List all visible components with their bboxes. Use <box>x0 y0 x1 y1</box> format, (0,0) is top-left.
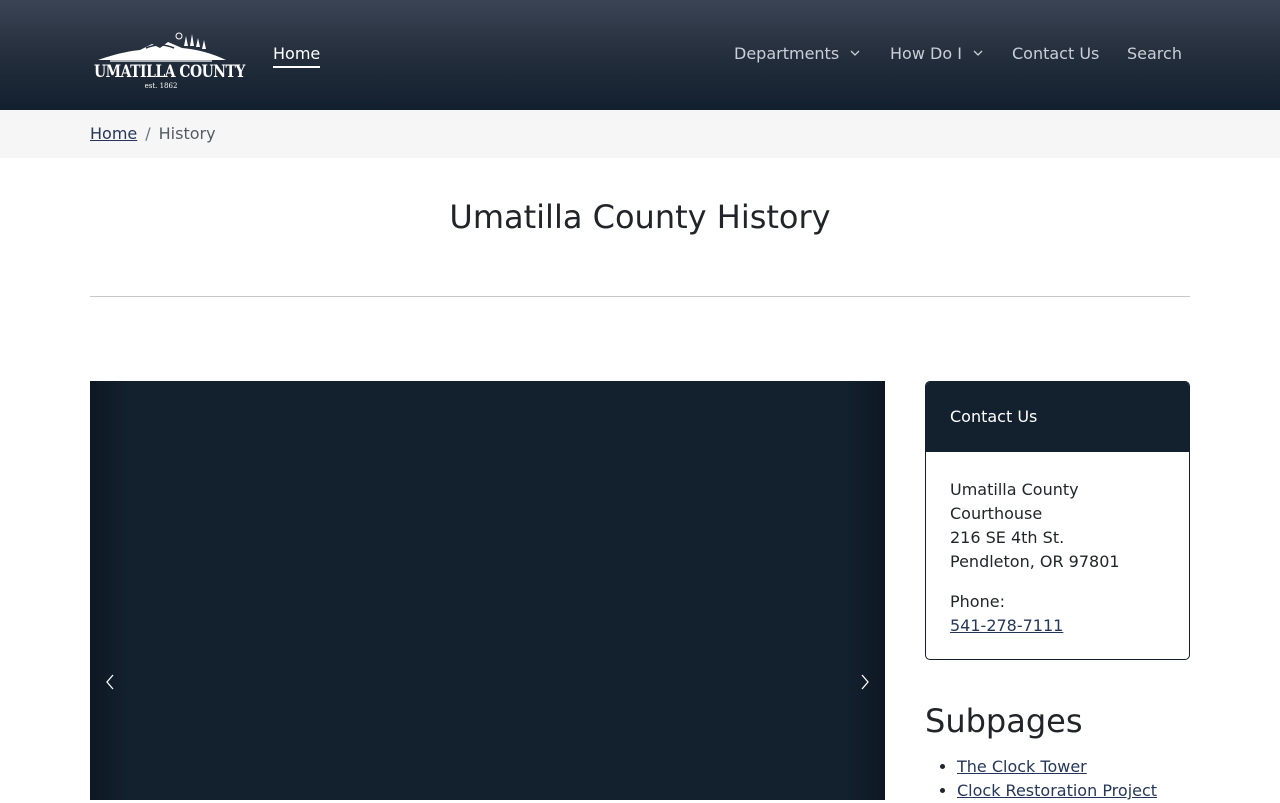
contact-address: Umatilla County Courthouse 216 SE 4th St… <box>950 478 1165 574</box>
contact-address-line: Courthouse <box>950 504 1043 523</box>
county-logo-established: est. 1862 <box>144 82 178 90</box>
carousel-left-shade <box>90 381 130 800</box>
contact-phone-label: Phone: <box>950 592 1005 611</box>
breadcrumb: Home / History <box>90 124 216 143</box>
carousel-prev-button[interactable] <box>98 670 122 694</box>
list-item: Clock Restoration Project <box>957 779 1157 803</box>
breadcrumb-current: History <box>158 124 216 143</box>
nav-contact-link[interactable]: Contact Us <box>1012 44 1099 63</box>
nav-how-do-i-dropdown[interactable]: How Do I <box>890 44 983 63</box>
contact-card: Contact Us Umatilla County Courthouse 21… <box>925 381 1190 660</box>
chevron-down-icon <box>850 50 860 56</box>
contact-phone-link[interactable]: 541-278-7111 <box>950 616 1063 635</box>
contact-card-heading: Contact Us <box>926 382 1189 452</box>
nav-search-link[interactable]: Search <box>1127 44 1182 63</box>
county-logo[interactable]: UMATILLA COUNTY est. 1862 <box>90 30 245 92</box>
nav-how-do-i-label: How Do I <box>890 44 962 63</box>
subpages-list: The Clock Tower Clock Restoration Projec… <box>957 755 1157 803</box>
site-header: UMATILLA COUNTY est. 1862 Home Departmen… <box>0 0 1280 110</box>
contact-address-line: 216 SE 4th St. <box>950 528 1065 547</box>
title-divider <box>90 296 1190 297</box>
subpage-link-clock-restoration[interactable]: Clock Restoration Project <box>957 781 1157 800</box>
carousel-right-shade <box>845 381 885 800</box>
chevron-right-icon <box>861 674 869 690</box>
nav-departments-label: Departments <box>734 44 840 63</box>
list-item: The Clock Tower <box>957 755 1157 779</box>
subpages-heading: Subpages <box>925 702 1083 740</box>
breadcrumb-home-link[interactable]: Home <box>90 124 137 143</box>
contact-address-line: Umatilla County <box>950 480 1079 499</box>
carousel-next-button[interactable] <box>853 670 877 694</box>
county-logo-wordmark: UMATILLA COUNTY <box>94 62 245 82</box>
nav-home-link[interactable]: Home <box>273 44 321 68</box>
breadcrumb-bar: Home / History <box>0 110 1280 158</box>
contact-card-body: Umatilla County Courthouse 216 SE 4th St… <box>926 452 1189 638</box>
image-carousel <box>90 381 885 800</box>
chevron-left-icon <box>106 674 114 690</box>
page-title: Umatilla County History <box>449 198 831 236</box>
contact-address-line: Pendleton, OR 97801 <box>950 552 1120 571</box>
subpage-link-clock-tower[interactable]: The Clock Tower <box>957 757 1087 776</box>
breadcrumb-separator: / <box>145 124 151 143</box>
nav-departments-dropdown[interactable]: Departments <box>734 44 860 63</box>
chevron-down-icon <box>973 50 983 56</box>
